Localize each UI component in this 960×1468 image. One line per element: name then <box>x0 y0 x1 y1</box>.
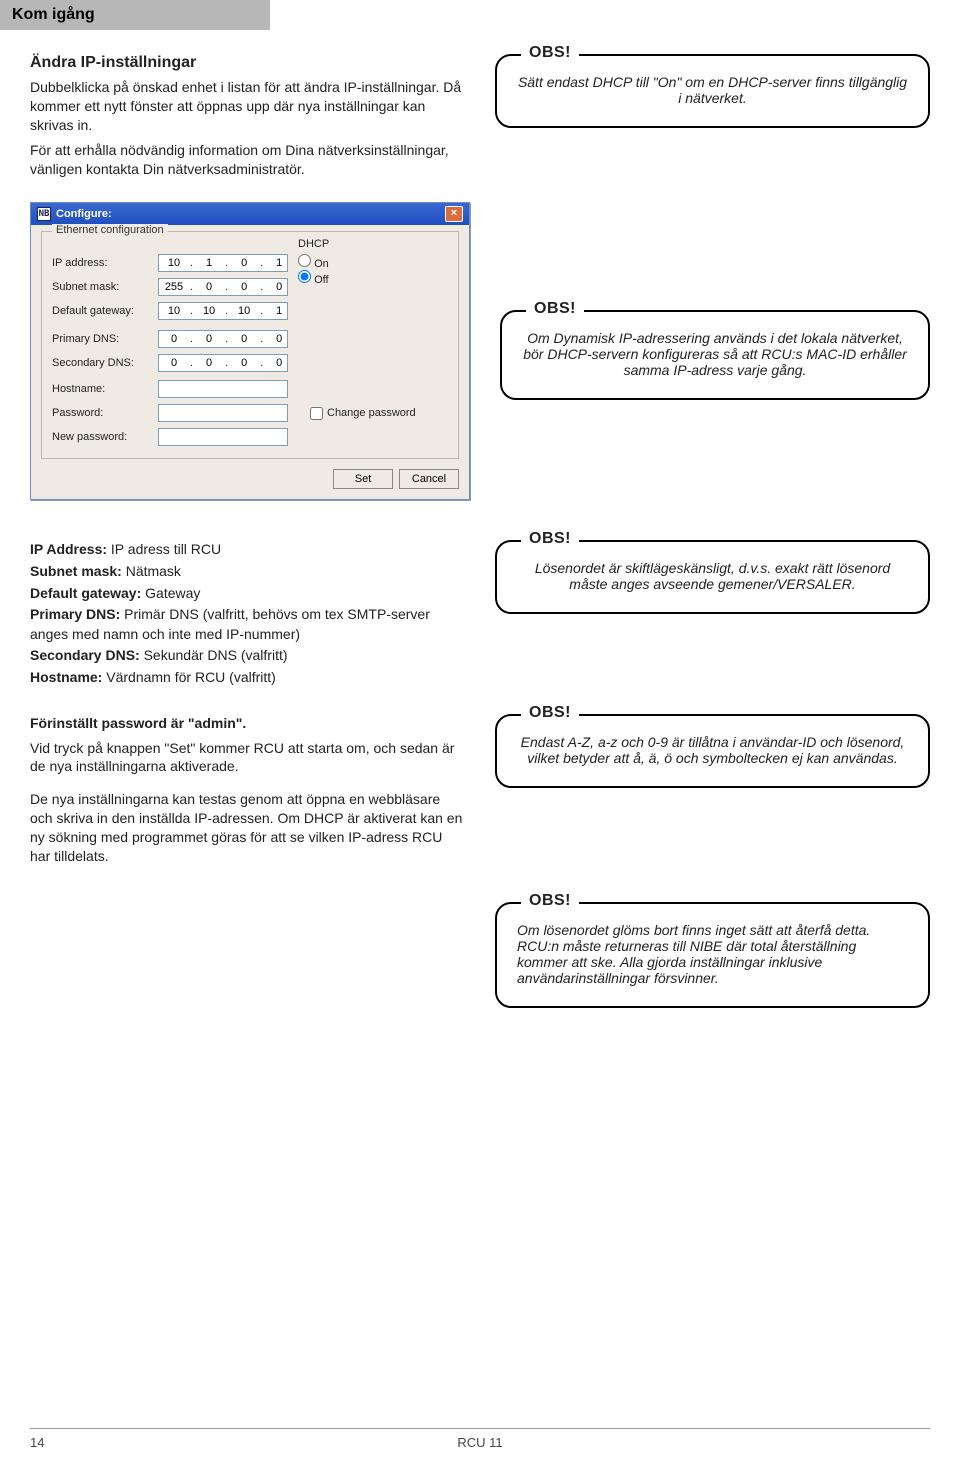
cancel-button[interactable]: Cancel <box>399 469 459 489</box>
set-restart-note: Vid tryck på knappen "Set" kommer RCU at… <box>30 739 465 777</box>
dhcp-group: DHCP On Off <box>298 238 329 286</box>
callout-text: Om Dynamisk IP-adressering används i det… <box>523 330 907 378</box>
app-icon: NB <box>37 207 51 221</box>
ip-label: IP address: <box>52 257 152 269</box>
dhcp-label: DHCP <box>298 238 329 250</box>
callout-legend: OBS! <box>521 704 579 722</box>
new-password-input[interactable] <box>158 428 288 446</box>
newpassword-label: New password: <box>52 431 152 443</box>
gateway-input[interactable]: . . . <box>158 302 288 320</box>
dialog-titlebar: NB Configure: × <box>31 203 469 225</box>
preset-pw: Förinställt password är "admin". <box>30 715 246 731</box>
callout-password-lost: OBS! Om lösenordet glöms bort finns inge… <box>495 902 930 1008</box>
section-title: Ändra IP-inställningar <box>30 54 465 72</box>
primary-dns-input[interactable]: . . . <box>158 330 288 348</box>
dialog-title: Configure: <box>56 208 112 220</box>
pdns-label: Primary DNS: <box>52 333 152 345</box>
callout-legend: OBS! <box>521 892 579 910</box>
callout-legend: OBS! <box>521 530 579 548</box>
ip-address-input[interactable]: . . . <box>158 254 288 272</box>
callout-dhcp-on: OBS! Sätt endast DHCP till "On" om en DH… <box>495 54 930 128</box>
dhcp-on-radio[interactable]: On <box>298 254 329 270</box>
callout-legend: OBS! <box>526 300 584 318</box>
callout-text: Lösenordet är skiftlägeskänsligt, d.v.s.… <box>535 560 890 592</box>
test-settings-note: De nya inställningarna kan testas genom … <box>30 790 465 866</box>
configure-dialog: NB Configure: × Ethernet configuration D… <box>30 202 470 500</box>
sdns-label: Secondary DNS: <box>52 357 152 369</box>
hostname-label: Hostname: <box>52 383 152 395</box>
page-footer: 14 RCU 11 <box>0 1428 960 1450</box>
callout-legend: OBS! <box>521 44 579 62</box>
callout-text: Om lösenordet glöms bort finns inget sät… <box>517 922 870 986</box>
page-number: 14 <box>30 1435 90 1450</box>
secondary-dns-input[interactable]: . . . <box>158 354 288 372</box>
change-password-label: Change password <box>327 407 416 419</box>
footer-model: RCU 11 <box>90 1435 870 1450</box>
password-label: Password: <box>52 407 152 419</box>
callout-text: Sätt endast DHCP till "On" om en DHCP-se… <box>518 74 907 106</box>
callout-text: Endast A-Z, a-z och 0-9 är tillåtna i an… <box>521 734 905 766</box>
hostname-input[interactable] <box>158 380 288 398</box>
close-icon[interactable]: × <box>445 206 463 222</box>
gw-label: Default gateway: <box>52 305 152 317</box>
field-definitions: IP Address: IP adress till RCU Subnet ma… <box>30 540 465 689</box>
password-input[interactable] <box>158 404 288 422</box>
subnet-label: Subnet mask: <box>52 281 152 293</box>
dhcp-off-radio[interactable]: Off <box>298 270 329 286</box>
callout-case-sensitive: OBS! Lösenordet är skiftlägeskänsligt, d… <box>495 540 930 614</box>
intro-p2: För att erhålla nödvändig information om… <box>30 141 465 179</box>
subnet-input[interactable]: . . . <box>158 278 288 296</box>
intro-p1: Dubbelklicka på önskad enhet i listan fö… <box>30 78 465 135</box>
header-band: Kom igång <box>0 0 270 30</box>
set-button[interactable]: Set <box>333 469 393 489</box>
change-password-checkbox[interactable] <box>310 407 323 420</box>
callout-allowed-chars: OBS! Endast A-Z, a-z och 0-9 är tillåtna… <box>495 714 930 788</box>
fieldset-legend: Ethernet configuration <box>52 224 168 236</box>
callout-dynamic-ip: OBS! Om Dynamisk IP-adressering används … <box>500 310 930 400</box>
